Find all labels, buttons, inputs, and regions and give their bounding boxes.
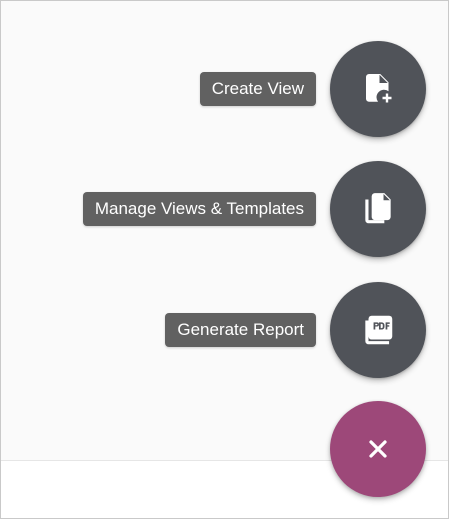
manage-views-tooltip: Manage Views & Templates (82, 192, 316, 226)
pdf-icon (359, 311, 397, 349)
manage-views-action[interactable]: Manage Views & Templates (82, 161, 426, 257)
manage-views-button[interactable] (330, 161, 426, 257)
create-view-tooltip: Create View (199, 72, 316, 106)
create-view-button[interactable] (330, 41, 426, 137)
app-frame: Create View Manage Views & Templates Gen… (0, 0, 449, 519)
generate-report-tooltip: Generate Report (165, 313, 316, 347)
generate-report-button[interactable] (330, 282, 426, 378)
close-speed-dial-button[interactable] (330, 401, 426, 497)
create-view-action[interactable]: Create View (199, 41, 426, 137)
file-copy-icon (359, 190, 397, 228)
close-icon (364, 435, 392, 463)
generate-report-action[interactable]: Generate Report (165, 282, 426, 378)
note-add-icon (360, 71, 396, 107)
